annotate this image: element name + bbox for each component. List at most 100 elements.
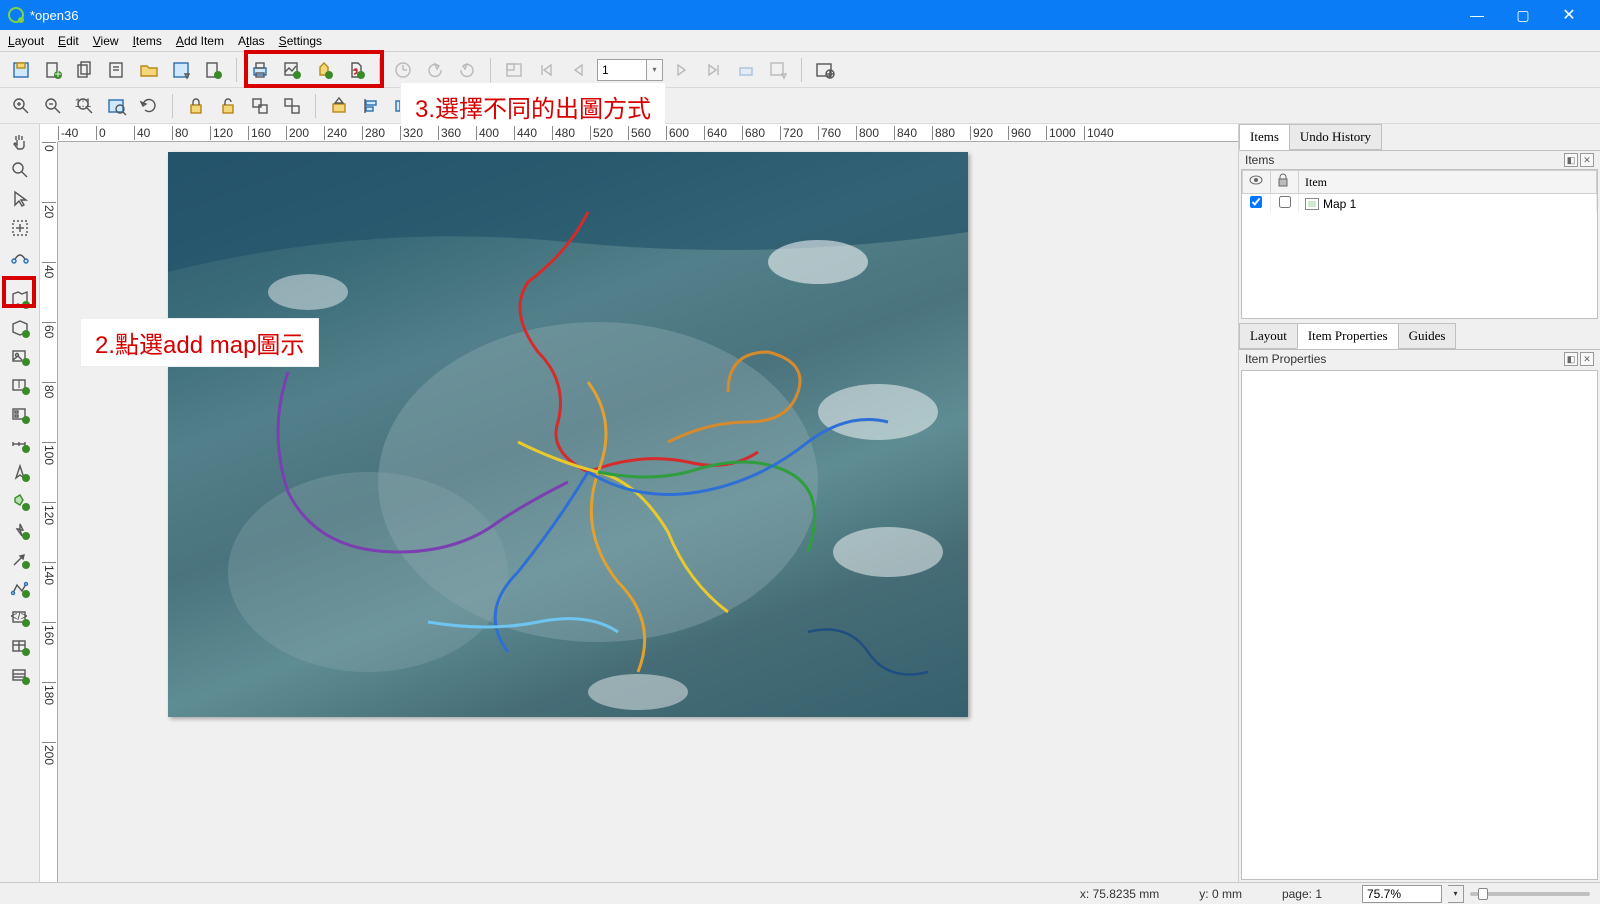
zoom-slider[interactable] xyxy=(1470,892,1590,896)
add-html-tool[interactable]: </> xyxy=(6,605,34,631)
atlas-next-button[interactable] xyxy=(669,57,695,83)
save-as-template-button[interactable] xyxy=(168,57,194,83)
item-label: Map 1 xyxy=(1323,197,1356,211)
add-fixed-table-tool[interactable] xyxy=(6,663,34,689)
svg-text:T: T xyxy=(15,377,23,391)
zoom-slider-thumb[interactable] xyxy=(1478,888,1488,900)
lock-button[interactable] xyxy=(183,93,209,119)
tab-items[interactable]: Items xyxy=(1239,124,1290,150)
redo-button[interactable] xyxy=(454,57,480,83)
main-area: T </> -400408012016020024028032036040044… xyxy=(0,124,1600,882)
atlas-last-button[interactable] xyxy=(701,57,727,83)
add-node-item-tool[interactable] xyxy=(6,576,34,602)
status-bar: x: 75.8235 mm y: 0 mm page: 1 ▾ xyxy=(0,882,1600,904)
print-button[interactable] xyxy=(247,57,273,83)
status-x: x: 75.8235 mm xyxy=(1080,887,1159,901)
title-bar: *open36 — ▢ ✕ xyxy=(0,0,1600,30)
item-visible-checkbox[interactable] xyxy=(1250,196,1262,208)
add-north-arrow-tool[interactable] xyxy=(6,460,34,486)
maximize-button[interactable]: ▢ xyxy=(1500,0,1546,30)
zoom-tool[interactable] xyxy=(6,157,34,183)
layout-canvas[interactable]: 2.點選add map圖示 xyxy=(58,142,1238,882)
atlas-export-button[interactable] xyxy=(765,57,791,83)
add-attribute-table-tool[interactable] xyxy=(6,634,34,660)
map-item[interactable] xyxy=(168,152,968,717)
atlas-print-button[interactable] xyxy=(733,57,759,83)
atlas-toggle-button[interactable] xyxy=(501,57,527,83)
add-picture-tool[interactable] xyxy=(6,344,34,370)
items-row-map1[interactable]: Map 1 xyxy=(1243,194,1597,214)
undo-history-button[interactable] xyxy=(390,57,416,83)
menu-items[interactable]: Items xyxy=(133,34,162,48)
items-col-item: Item xyxy=(1299,171,1597,194)
add-items-from-template-button[interactable] xyxy=(200,57,226,83)
menu-atlas[interactable]: Atlas xyxy=(238,34,265,48)
menu-add-item[interactable]: Add Item xyxy=(176,34,224,48)
add-shape-tool[interactable] xyxy=(6,489,34,515)
add-map-tool[interactable] xyxy=(6,286,34,312)
atlas-prev-button[interactable] xyxy=(565,57,591,83)
export-pdf-button[interactable] xyxy=(343,57,369,83)
add-scalebar-tool[interactable] xyxy=(6,431,34,457)
align-left-button[interactable] xyxy=(358,93,384,119)
map-item-icon xyxy=(1305,198,1319,210)
menu-layout[interactable]: Layout xyxy=(8,34,44,48)
export-svg-button[interactable] xyxy=(311,57,337,83)
close-button[interactable]: ✕ xyxy=(1546,0,1592,30)
zoom-out-button[interactable] xyxy=(40,93,66,119)
pan-tool[interactable] xyxy=(6,128,34,154)
tab-undo-history[interactable]: Undo History xyxy=(1289,124,1382,150)
items-panel-tabs: Items Undo History xyxy=(1239,124,1600,151)
add-marker-tool[interactable] xyxy=(6,518,34,544)
items-table[interactable]: Item Map 1 xyxy=(1241,169,1598,319)
zoom-input[interactable] xyxy=(1362,885,1442,903)
item-properties-body[interactable] xyxy=(1241,370,1598,880)
select-tool[interactable] xyxy=(6,186,34,212)
props-close-button[interactable]: ✕ xyxy=(1580,352,1594,366)
item-lock-checkbox[interactable] xyxy=(1279,196,1291,208)
atlas-first-button[interactable] xyxy=(533,57,559,83)
items-close-button[interactable]: ✕ xyxy=(1580,153,1594,167)
group-button[interactable] xyxy=(247,93,273,119)
minimize-button[interactable]: — xyxy=(1454,0,1500,30)
edit-nodes-tool[interactable] xyxy=(6,244,34,270)
ungroup-button[interactable] xyxy=(279,93,305,119)
zoom-actual-button[interactable]: 1:1 xyxy=(72,93,98,119)
raise-button[interactable] xyxy=(326,93,352,119)
items-undock-button[interactable]: ◧ xyxy=(1564,153,1578,167)
zoom-full-button[interactable] xyxy=(104,93,130,119)
menu-edit[interactable]: Edit xyxy=(58,34,79,48)
duplicate-layout-button[interactable] xyxy=(72,57,98,83)
right-panel: Items Undo History Items ◧ ✕ Item xyxy=(1238,124,1600,882)
tab-guides[interactable]: Guides xyxy=(1398,323,1457,349)
export-image-button[interactable] xyxy=(279,57,305,83)
save-button[interactable] xyxy=(8,57,34,83)
menu-settings[interactable]: Settings xyxy=(279,34,322,48)
props-undock-button[interactable]: ◧ xyxy=(1564,352,1578,366)
refresh-button[interactable] xyxy=(136,93,162,119)
move-item-content-tool[interactable] xyxy=(6,215,34,241)
zoom-in-button[interactable] xyxy=(8,93,34,119)
lock-icon xyxy=(1277,173,1289,187)
atlas-page-dropdown[interactable]: ▾ xyxy=(647,59,663,81)
atlas-page-input[interactable]: ▾ xyxy=(597,59,663,81)
menu-bar: Layout Edit View Items Add Item Atlas Se… xyxy=(0,30,1600,52)
layout-page[interactable] xyxy=(168,152,968,717)
app-logo-icon xyxy=(8,7,24,23)
add-legend-tool[interactable] xyxy=(6,402,34,428)
tab-item-properties[interactable]: Item Properties xyxy=(1297,323,1399,349)
new-layout-button[interactable]: + xyxy=(40,57,66,83)
add-arrow-tool[interactable] xyxy=(6,547,34,573)
open-template-button[interactable] xyxy=(136,57,162,83)
layout-manager-button[interactable] xyxy=(104,57,130,83)
atlas-page-field[interactable] xyxy=(597,59,647,81)
zoom-dropdown[interactable]: ▾ xyxy=(1448,885,1464,903)
unlock-button[interactable] xyxy=(215,93,241,119)
undo-button[interactable] xyxy=(422,57,448,83)
toolbar-main: + ▾ xyxy=(0,52,1600,88)
add-3d-map-tool[interactable] xyxy=(6,315,34,341)
menu-view[interactable]: View xyxy=(93,34,119,48)
atlas-settings-button[interactable] xyxy=(812,57,838,83)
tab-layout[interactable]: Layout xyxy=(1239,323,1298,349)
add-label-tool[interactable]: T xyxy=(6,373,34,399)
